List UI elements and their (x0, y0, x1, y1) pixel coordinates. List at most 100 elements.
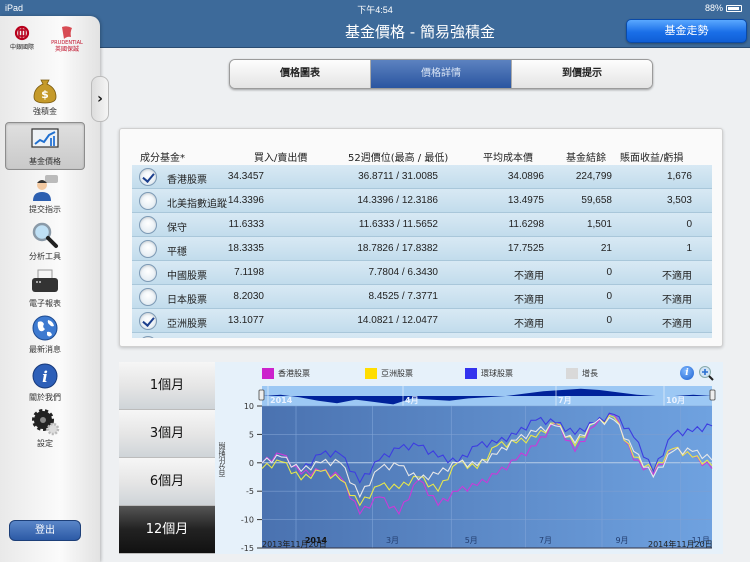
bid-offer-price: 11.6333 (228, 219, 264, 230)
table-row[interactable]: 保守 11.6333 11.6333 / 11.5652 11.6298 1,501 0 (132, 213, 712, 237)
bank-logo-icon: 中銀國際 PRUDENTIAL 英國保誠 (10, 25, 83, 53)
fund-balance: 0 (606, 267, 612, 278)
logout-button[interactable]: 登出 (9, 520, 81, 541)
sidebar-item-latest-news[interactable]: 最新消息 (5, 314, 85, 355)
table-body[interactable]: 香港股票 34.3457 36.8711 / 31.0085 34.0896 224,7… (132, 165, 712, 338)
profit-loss: 3,503 (666, 195, 692, 206)
x-tick-label: 9月 (615, 536, 628, 545)
profit-loss: 0 (686, 219, 692, 230)
period-1-month[interactable]: 1個月 (119, 362, 215, 410)
view-tabs: 價格圖表 價格詳情 到價提示 (229, 59, 653, 89)
profit-loss: 不適用 (662, 271, 692, 282)
info-icon: i (32, 363, 58, 389)
week52-range: 14.0821 / 12.0477 (357, 315, 438, 326)
fund-name: 香港股票 (167, 175, 207, 186)
fund-select-checkbox[interactable] (139, 168, 157, 186)
table-row[interactable]: 香港股票 34.3457 36.8711 / 31.0085 34.0896 224,7… (132, 165, 712, 189)
period-3-months[interactable]: 3個月 (119, 410, 215, 458)
fund-balance: 21 (600, 243, 612, 254)
sidebar-item-e-statement[interactable]: 電子報表 (5, 268, 85, 309)
profit-loss: 1 (686, 243, 692, 254)
sidebar-item-submit-instruction[interactable]: 提交指示 (5, 174, 85, 215)
fund-select-checkbox[interactable] (139, 192, 157, 210)
average-cost: 17.7525 (507, 243, 544, 254)
period-12-months[interactable]: 12個月 (119, 506, 215, 554)
navigator-left-handle[interactable] (258, 389, 265, 401)
table-row[interactable]: 中國股票 7.1198 7.7804 / 6.3430 不適用 0 不適用 (132, 261, 712, 285)
sidebar-item-fund-price[interactable]: 基金價格 (5, 122, 85, 170)
bid-offer-price: 8.2030 (233, 291, 264, 302)
tab-price-chart[interactable]: 價格圖表 (230, 60, 371, 88)
battery-percent: 88% (704, 3, 723, 13)
x-tick-label: 5月 (465, 536, 478, 545)
average-cost: 不適用 (514, 271, 544, 282)
fund-balance: 1,501 (586, 219, 612, 230)
table-row[interactable]: 平穩 18.3335 18.7826 / 17.8382 17.7525 21 1 (132, 237, 712, 261)
y-tick-label: 0 (249, 459, 254, 468)
sidebar-toggle-button[interactable]: › (91, 76, 109, 122)
table-row[interactable]: 亞洲股票 13.1077 14.0821 / 12.0477 不適用 0 不適用 (132, 309, 712, 333)
fund-name: 北美指數追蹤 (167, 199, 227, 210)
period-6-months[interactable]: 6個月 (119, 458, 215, 506)
col-header-fund: 成分基金* (140, 153, 185, 164)
brand-logo: 中銀國際 PRUDENTIAL 英國保誠 (5, 24, 90, 54)
sidebar-item-label: 提交指示 (29, 205, 61, 214)
sidebar-item-label: 強積金 (33, 107, 57, 116)
navigator-tick-label: 10月 (666, 396, 685, 405)
table-row[interactable]: 環球股票20.759522.1110 / 20.5020不適用0不適用 (132, 333, 712, 338)
x-tick-label: 3月 (386, 536, 399, 545)
chart-end-date: 2014年11月20日 (648, 540, 713, 549)
fund-select-checkbox[interactable] (139, 264, 157, 282)
sidebar-item-about-us[interactable]: i 關於我們 (5, 362, 85, 403)
sidebar-item-label: 分析工具 (29, 252, 61, 261)
sidebar-item-label: 設定 (37, 439, 53, 448)
tab-price-alert[interactable]: 到價提示 (512, 60, 652, 88)
sidebar-item-analysis-tools[interactable]: 分析工具 (5, 221, 85, 262)
week52-range: 36.8711 / 31.0085 (358, 171, 438, 182)
fund-select-checkbox[interactable] (139, 288, 157, 306)
col-header-avg-cost: 平均成本價 (483, 153, 533, 164)
sidebar-item-label: 關於我們 (29, 393, 61, 402)
sidebar-item-mpf[interactable]: $ 強積金 (5, 76, 85, 117)
clock: 下午4:54 (357, 5, 393, 15)
navigator-tick-label: 2014 (270, 396, 293, 405)
average-cost: 11.6298 (508, 219, 544, 230)
navigator-right-handle[interactable] (709, 389, 716, 401)
col-header-profit-loss: 賬面收益/虧損 (620, 153, 684, 164)
y-tick-label: -5 (246, 487, 254, 496)
y-tick-label: 10 (244, 402, 254, 411)
fund-select-checkbox[interactable] (139, 216, 157, 234)
bid-offer-price: 14.3396 (227, 195, 264, 206)
col-header-price: 買入/賣出價 (254, 153, 308, 164)
table-row[interactable]: 北美指數追蹤 14.3396 14.3396 / 12.3186 13.4975 59,… (132, 189, 712, 213)
table-row[interactable]: 日本股票 8.2030 8.4525 / 7.3771 不適用 0 不適用 (132, 285, 712, 309)
chart-canvas[interactable]: 2014 4月 7月 10月1050-5-10-152014 3月 5月 7月 9月 11月 (215, 362, 723, 554)
printer-icon (32, 269, 58, 292)
x-tick-label: 7月 (539, 536, 552, 545)
fund-select-checkbox[interactable] (139, 336, 157, 338)
week52-range: 7.7804 / 6.3430 (368, 267, 438, 278)
magnifier-icon (32, 222, 58, 248)
fund-balance: 59,658 (581, 195, 612, 206)
fund-select-checkbox[interactable] (139, 240, 157, 258)
profit-loss: 不適用 (662, 295, 692, 306)
period-selector: 1個月 3個月 6個月 12個月 (119, 362, 215, 554)
sidebar-item-label: 基金價格 (29, 157, 61, 166)
money-bag-icon: $ (33, 79, 57, 104)
navigator-tick-label: 7月 (558, 396, 572, 405)
fund-price-table: 成分基金* 買入/賣出價 52週價位(最高 / 最低) 平均成本價 基金結餘 賬… (119, 128, 723, 347)
week52-range: 18.7826 / 17.8382 (357, 243, 438, 254)
average-cost: 不適用 (514, 295, 544, 306)
fund-name: 保守 (167, 223, 187, 234)
profit-loss: 不適用 (662, 319, 692, 330)
gear-icon (32, 409, 60, 436)
fund-balance: 224,799 (575, 171, 612, 182)
sidebar-item-settings[interactable]: 設定 (5, 408, 85, 449)
profit-loss: 1,676 (666, 171, 692, 182)
fund-trend-button[interactable]: 基金走勢 (626, 19, 747, 43)
y-tick-label: 5 (249, 430, 254, 439)
performance-chart: 香港股票 亞洲股票 環球股票 增長 i 百分比對照 2014 4月 7月 10月 10 5… (215, 362, 723, 554)
fund-select-checkbox[interactable] (139, 312, 157, 330)
tab-price-details[interactable]: 價格詳情 (371, 60, 512, 88)
status-bar: iPad 下午4:54 88% (0, 0, 750, 16)
